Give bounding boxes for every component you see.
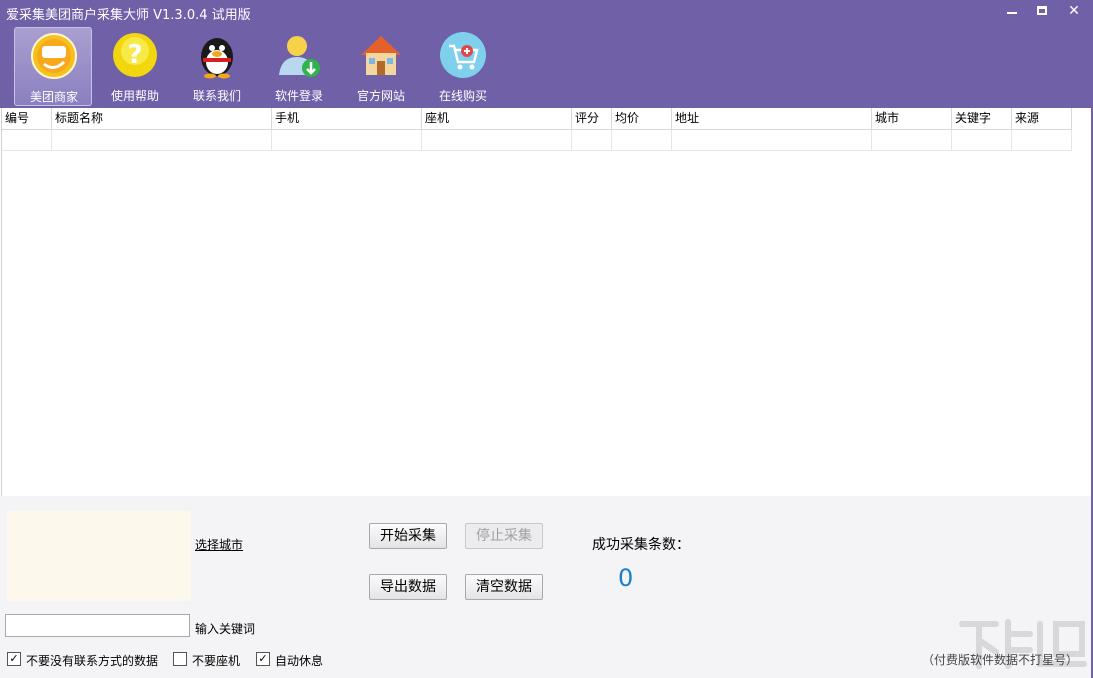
table-cell	[612, 130, 672, 151]
maximize-button[interactable]	[1026, 0, 1058, 22]
cart-icon	[440, 32, 486, 78]
table-cell	[952, 130, 1012, 151]
toolbar-label: 美团商家	[29, 90, 78, 104]
checkbox-label: 自动休息	[275, 654, 324, 668]
column-header[interactable]: 座机	[422, 108, 572, 130]
keyword-label: 输入关键词	[195, 622, 256, 636]
minimize-icon	[1007, 11, 1017, 14]
title-toolbar-area: 爱采集美团商户采集大师 V1.3.0.4 试用版 ✕ 美团商家 ? 使用帮助 联…	[0, 0, 1093, 108]
toolbar-label: 联系我们	[192, 89, 241, 103]
toolbar-label: 在线购买	[438, 89, 487, 103]
close-icon: ✕	[1068, 3, 1080, 19]
column-header[interactable]: 关键字	[952, 108, 1012, 130]
table-cell	[422, 130, 572, 151]
close-button[interactable]: ✕	[1058, 0, 1090, 22]
checkbox-checked-icon[interactable]: ✓	[256, 652, 270, 666]
help-icon: ?	[113, 33, 157, 77]
checkbox-checked-icon[interactable]: ✓	[7, 652, 21, 666]
table-cell	[272, 130, 422, 151]
table-cell	[672, 130, 872, 151]
results-table[interactable]: 编号 标题名称 手机 座机 评分 均价 地址 城市 关键字 来源	[1, 108, 1091, 496]
column-header[interactable]: 编号	[2, 108, 52, 130]
stop-collect-button[interactable]: 停止采集	[465, 523, 543, 549]
toolbar-login-button[interactable]: 软件登录	[260, 27, 338, 106]
checkbox-label: 不要没有联系方式的数据	[26, 654, 159, 668]
checkbox-label: 不要座机	[192, 654, 241, 668]
table-header: 编号 标题名称 手机 座机 评分 均价 地址 城市 关键字 来源	[2, 108, 1072, 130]
table-cell	[1012, 130, 1072, 151]
column-header[interactable]: 手机	[272, 108, 422, 130]
table-row[interactable]	[2, 130, 1072, 151]
table-cell	[52, 130, 272, 151]
user-login-icon	[279, 36, 320, 77]
checkbox-unchecked-icon[interactable]	[173, 652, 187, 666]
meituan-icon	[31, 33, 77, 79]
table-cell	[572, 130, 612, 151]
keyword-input[interactable]	[5, 614, 190, 637]
start-collect-button[interactable]: 开始采集	[369, 523, 447, 549]
column-header[interactable]: 来源	[1012, 108, 1072, 130]
toolbar-meituan-button[interactable]: 美团商家	[14, 27, 92, 106]
maximize-icon	[1037, 6, 1047, 15]
column-header[interactable]: 地址	[672, 108, 872, 130]
toolbar-help-button[interactable]: ? 使用帮助	[96, 27, 174, 106]
clear-data-button[interactable]: 清空数据	[465, 574, 543, 600]
window-title: 爱采集美团商户采集大师 V1.3.0.4 试用版	[6, 8, 251, 23]
select-city-link[interactable]: 选择城市	[195, 536, 243, 553]
toolbar-buy-button[interactable]: 在线购买	[424, 27, 502, 106]
table-cell	[2, 130, 52, 151]
house-icon	[361, 36, 401, 75]
minimize-button[interactable]	[996, 0, 1028, 22]
toolbar-label: 软件登录	[274, 89, 323, 103]
table-cell	[872, 130, 952, 151]
toolbar-label: 官方网站	[356, 89, 405, 103]
column-header[interactable]: 均价	[612, 108, 672, 130]
control-panel: 选择城市 开始采集 停止采集 导出数据 清空数据 成功采集条数： 0 输入关键词…	[0, 496, 1091, 678]
paid-version-note: （付费版软件数据不打星号）	[922, 653, 1079, 667]
success-count-label: 成功采集条数：	[592, 537, 690, 553]
toolbar-label: 使用帮助	[110, 89, 159, 103]
column-header[interactable]: 城市	[872, 108, 952, 130]
success-count-value: 0	[618, 564, 634, 592]
column-header[interactable]: 评分	[572, 108, 612, 130]
column-header[interactable]: 标题名称	[52, 108, 272, 130]
qq-penguin-icon	[201, 38, 233, 79]
toolbar-contact-button[interactable]: 联系我们	[178, 27, 256, 106]
city-list-box[interactable]	[7, 511, 191, 601]
svg-text:?: ?	[127, 40, 142, 70]
toolbar-website-button[interactable]: 官方网站	[342, 27, 420, 106]
export-data-button[interactable]: 导出数据	[369, 574, 447, 600]
